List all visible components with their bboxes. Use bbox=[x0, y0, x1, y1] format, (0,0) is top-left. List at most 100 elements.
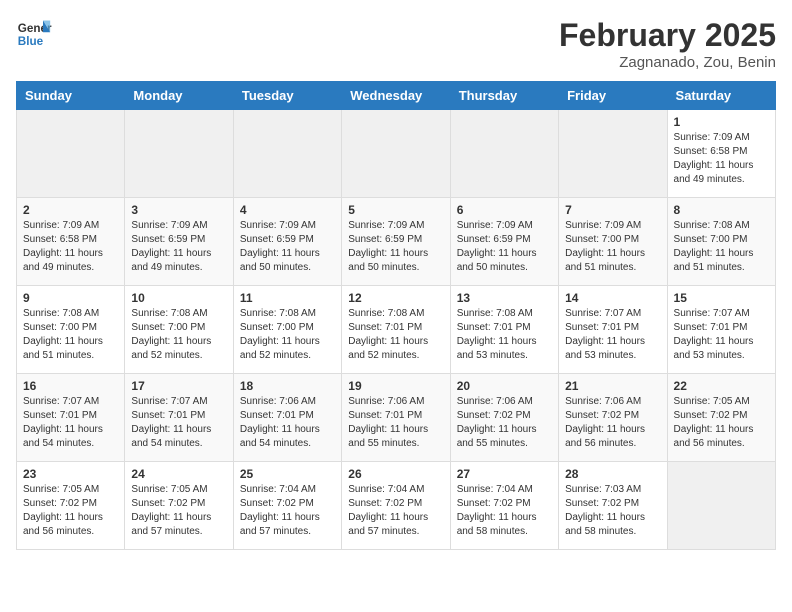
weekday-header-monday: Monday bbox=[125, 82, 233, 110]
day-info: Sunrise: 7:06 AMSunset: 7:02 PMDaylight:… bbox=[457, 395, 552, 451]
day-info: Sunrise: 7:09 AMSunset: 6:59 PMDaylight:… bbox=[240, 219, 335, 275]
calendar-cell bbox=[450, 110, 558, 198]
logo: General Blue bbox=[16, 16, 56, 52]
calendar-cell bbox=[233, 110, 341, 198]
day-info: Sunrise: 7:09 AMSunset: 6:59 PMDaylight:… bbox=[457, 219, 552, 275]
day-info: Sunrise: 7:07 AMSunset: 7:01 PMDaylight:… bbox=[674, 307, 769, 363]
calendar-cell: 22Sunrise: 7:05 AMSunset: 7:02 PMDayligh… bbox=[667, 374, 775, 462]
calendar-cell: 16 Sunrise: 7:07 AMSunset: 7:01 PMDayligh… bbox=[17, 374, 125, 462]
calendar-cell: 6 Sunrise: 7:09 AMSunset: 6:59 PMDaylight… bbox=[450, 198, 558, 286]
calendar-cell bbox=[559, 110, 667, 198]
day-number: 2 bbox=[23, 203, 118, 217]
day-info: Sunrise: 7:06 AMSunset: 7:01 PMDaylight:… bbox=[348, 395, 443, 451]
calendar-week-5: 23 Sunrise: 7:05 AMSunset: 7:02 PMDayligh… bbox=[17, 462, 776, 550]
day-number: 1 bbox=[674, 115, 769, 129]
calendar-cell: 20Sunrise: 7:06 AMSunset: 7:02 PMDayligh… bbox=[450, 374, 558, 462]
day-info: Sunrise: 7:08 AMSunset: 7:01 PMDaylight:… bbox=[457, 307, 552, 363]
calendar-cell: 17 Sunrise: 7:07 AMSunset: 7:01 PMDayligh… bbox=[125, 374, 233, 462]
day-number: 4 bbox=[240, 203, 335, 217]
calendar-cell: 1 Sunrise: 7:09 AMSunset: 6:58 PMDaylight… bbox=[667, 110, 775, 198]
logo-icon: General Blue bbox=[16, 16, 52, 52]
day-info: Sunrise: 7:08 AMSunset: 7:00 PMDaylight:… bbox=[240, 307, 335, 363]
day-info: Sunrise: 7:04 AMSunset: 7:02 PMDaylight:… bbox=[240, 483, 335, 539]
day-info: Sunrise: 7:09 AMSunset: 6:58 PMDaylight:… bbox=[674, 131, 769, 187]
calendar-cell bbox=[125, 110, 233, 198]
day-info: Sunrise: 7:05 AMSunset: 7:02 PMDaylight:… bbox=[23, 483, 118, 539]
calendar-week-3: 9Sunrise: 7:08 AMSunset: 7:00 PMDaylight… bbox=[17, 286, 776, 374]
day-number: 12 bbox=[348, 291, 443, 305]
day-number: 6 bbox=[457, 203, 552, 217]
svg-text:Blue: Blue bbox=[18, 35, 44, 48]
day-info: Sunrise: 7:08 AMSunset: 7:01 PMDaylight:… bbox=[348, 307, 443, 363]
weekday-header-friday: Friday bbox=[559, 82, 667, 110]
day-number: 15 bbox=[674, 291, 769, 305]
day-info: Sunrise: 7:07 AMSunset: 7:01 PMDaylight:… bbox=[23, 395, 118, 451]
day-number: 16 bbox=[23, 379, 118, 393]
calendar-week-2: 2 Sunrise: 7:09 AMSunset: 6:58 PMDaylight… bbox=[17, 198, 776, 286]
day-number: 3 bbox=[131, 203, 226, 217]
calendar-table: SundayMondayTuesdayWednesdayThursdayFrid… bbox=[16, 81, 776, 550]
calendar-cell: 13 Sunrise: 7:08 AMSunset: 7:01 PMDayligh… bbox=[450, 286, 558, 374]
day-number: 17 bbox=[131, 379, 226, 393]
calendar-cell: 15 Sunrise: 7:07 AMSunset: 7:01 PMDayligh… bbox=[667, 286, 775, 374]
calendar-cell: 3 Sunrise: 7:09 AMSunset: 6:59 PMDaylight… bbox=[125, 198, 233, 286]
calendar-cell: 7 Sunrise: 7:09 AMSunset: 7:00 PMDaylight… bbox=[559, 198, 667, 286]
day-info: Sunrise: 7:09 AMSunset: 6:59 PMDaylight:… bbox=[348, 219, 443, 275]
calendar-cell: 21 Sunrise: 7:06 AMSunset: 7:02 PMDayligh… bbox=[559, 374, 667, 462]
day-info: Sunrise: 7:09 AMSunset: 7:00 PMDaylight:… bbox=[565, 219, 660, 275]
calendar-header-row: SundayMondayTuesdayWednesdayThursdayFrid… bbox=[17, 82, 776, 110]
page-header: General Blue February 2025 Zagnanado, Zo… bbox=[16, 16, 776, 71]
day-info: Sunrise: 7:03 AMSunset: 7:02 PMDaylight:… bbox=[565, 483, 660, 539]
calendar-cell: 2 Sunrise: 7:09 AMSunset: 6:58 PMDaylight… bbox=[17, 198, 125, 286]
calendar-cell: 14 Sunrise: 7:07 AMSunset: 7:01 PMDayligh… bbox=[559, 286, 667, 374]
day-number: 21 bbox=[565, 379, 660, 393]
title-block: February 2025 Zagnanado, Zou, Benin bbox=[559, 16, 776, 71]
day-number: 22 bbox=[674, 379, 769, 393]
day-number: 24 bbox=[131, 467, 226, 481]
day-info: Sunrise: 7:04 AMSunset: 7:02 PMDaylight:… bbox=[348, 483, 443, 539]
calendar-cell: 12 Sunrise: 7:08 AMSunset: 7:01 PMDayligh… bbox=[342, 286, 450, 374]
day-info: Sunrise: 7:07 AMSunset: 7:01 PMDaylight:… bbox=[565, 307, 660, 363]
day-number: 10 bbox=[131, 291, 226, 305]
day-number: 5 bbox=[348, 203, 443, 217]
day-info: Sunrise: 7:08 AMSunset: 7:00 PMDaylight:… bbox=[674, 219, 769, 275]
calendar-cell bbox=[342, 110, 450, 198]
day-number: 26 bbox=[348, 467, 443, 481]
calendar-week-4: 16 Sunrise: 7:07 AMSunset: 7:01 PMDayligh… bbox=[17, 374, 776, 462]
day-number: 14 bbox=[565, 291, 660, 305]
calendar-cell: 18Sunrise: 7:06 AMSunset: 7:01 PMDayligh… bbox=[233, 374, 341, 462]
day-info: Sunrise: 7:06 AMSunset: 7:02 PMDaylight:… bbox=[565, 395, 660, 451]
day-number: 28 bbox=[565, 467, 660, 481]
calendar-cell: 25 Sunrise: 7:04 AMSunset: 7:02 PMDayligh… bbox=[233, 462, 341, 550]
day-info: Sunrise: 7:09 AMSunset: 6:58 PMDaylight:… bbox=[23, 219, 118, 275]
day-number: 27 bbox=[457, 467, 552, 481]
day-info: Sunrise: 7:08 AMSunset: 7:00 PMDaylight:… bbox=[23, 307, 118, 363]
day-number: 13 bbox=[457, 291, 552, 305]
calendar-cell: 24 Sunrise: 7:05 AMSunset: 7:02 PMDayligh… bbox=[125, 462, 233, 550]
calendar-week-1: 1 Sunrise: 7:09 AMSunset: 6:58 PMDaylight… bbox=[17, 110, 776, 198]
day-info: Sunrise: 7:04 AMSunset: 7:02 PMDaylight:… bbox=[457, 483, 552, 539]
weekday-header-thursday: Thursday bbox=[450, 82, 558, 110]
weekday-header-wednesday: Wednesday bbox=[342, 82, 450, 110]
day-info: Sunrise: 7:07 AMSunset: 7:01 PMDaylight:… bbox=[131, 395, 226, 451]
day-info: Sunrise: 7:06 AMSunset: 7:01 PMDaylight:… bbox=[240, 395, 335, 451]
calendar-cell: 8Sunrise: 7:08 AMSunset: 7:00 PMDaylight… bbox=[667, 198, 775, 286]
calendar-cell: 5 Sunrise: 7:09 AMSunset: 6:59 PMDaylight… bbox=[342, 198, 450, 286]
day-number: 7 bbox=[565, 203, 660, 217]
day-info: Sunrise: 7:09 AMSunset: 6:59 PMDaylight:… bbox=[131, 219, 226, 275]
calendar-cell: 23 Sunrise: 7:05 AMSunset: 7:02 PMDayligh… bbox=[17, 462, 125, 550]
day-number: 25 bbox=[240, 467, 335, 481]
calendar-cell: 9Sunrise: 7:08 AMSunset: 7:00 PMDaylight… bbox=[17, 286, 125, 374]
day-number: 23 bbox=[23, 467, 118, 481]
day-info: Sunrise: 7:08 AMSunset: 7:00 PMDaylight:… bbox=[131, 307, 226, 363]
month-title: February 2025 bbox=[559, 16, 776, 54]
day-info: Sunrise: 7:05 AMSunset: 7:02 PMDaylight:… bbox=[131, 483, 226, 539]
calendar-cell: 28 Sunrise: 7:03 AMSunset: 7:02 PMDayligh… bbox=[559, 462, 667, 550]
calendar-cell bbox=[667, 462, 775, 550]
day-number: 11 bbox=[240, 291, 335, 305]
calendar-cell: 19Sunrise: 7:06 AMSunset: 7:01 PMDayligh… bbox=[342, 374, 450, 462]
calendar-cell: 11 Sunrise: 7:08 AMSunset: 7:00 PMDayligh… bbox=[233, 286, 341, 374]
weekday-header-saturday: Saturday bbox=[667, 82, 775, 110]
calendar-cell: 27 Sunrise: 7:04 AMSunset: 7:02 PMDayligh… bbox=[450, 462, 558, 550]
calendar-cell bbox=[17, 110, 125, 198]
